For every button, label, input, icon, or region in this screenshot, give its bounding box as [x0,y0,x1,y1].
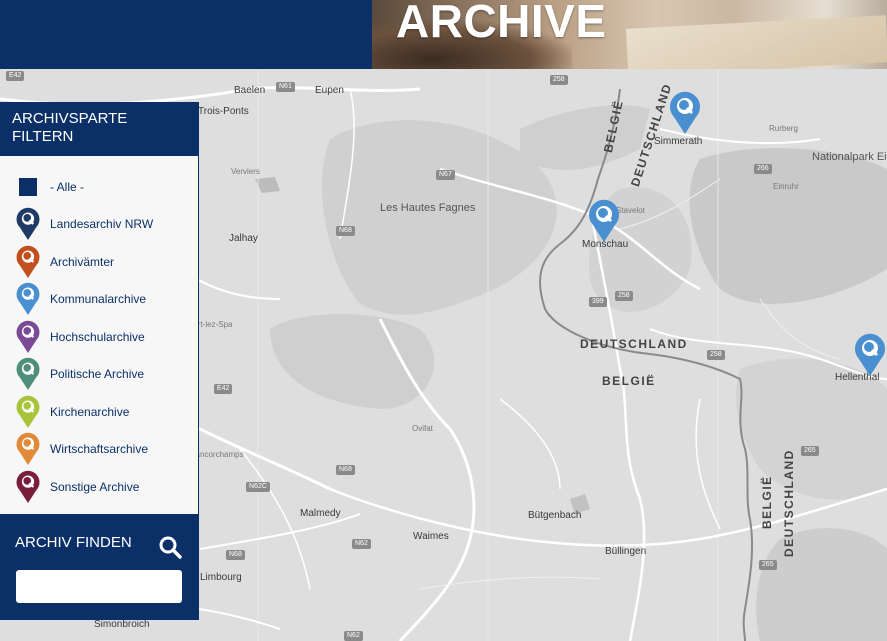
town-label: Simonbroich [94,619,150,630]
archive-finder-panel: ARCHIV FINDEN [0,514,199,620]
filter-item-kirchenarchive[interactable]: Kirchenarchive [14,393,198,431]
region-label: Les Hautes Fagnes [380,202,476,214]
archive-search-input[interactable] [16,570,182,603]
filter-item-label: Kirchenarchive [50,404,130,419]
road-label: N67 [436,170,455,180]
filter-item-kommunalarchive[interactable]: Kommunalarchive [14,281,198,319]
road-label: E42 [6,71,25,81]
road-label: N68 [336,226,355,236]
search-icon [159,536,182,559]
town-label: Waimes [413,531,449,542]
map-pin-icon [589,199,619,242]
road-label: 265 [801,446,819,456]
road-label: N68 [226,550,245,560]
town-label: Rurberg [769,124,798,133]
town-label: Verviers [231,167,260,176]
filter-item-label: Archivämter [50,254,115,269]
road-label: N62 [344,631,363,641]
photo-map-document [625,15,887,69]
town-label: Bütgenbach [528,510,582,521]
search-button[interactable] [158,535,182,564]
park-label: Nationalpark Eifel [812,151,887,163]
square-icon [14,170,42,204]
town-label: Ovifat [412,424,433,433]
archive-finder-title: ARCHIV FINDEN [15,534,132,551]
filter-item-label: Kommunalarchive [50,292,147,307]
map-pin-icon [14,395,42,429]
country-label-de: DEUTSCHLAND [782,449,796,557]
map-pin-icon [14,207,42,241]
filter-panel: ARCHIVSPARTE FILTERN - Alle - Landesarch… [0,102,199,514]
road-label: 265 [759,560,777,570]
filter-item-archivaemter[interactable]: Archivämter [14,243,198,281]
map-pin-icon [670,91,700,134]
filter-item-label: Landesarchiv NRW [50,217,154,232]
road-label: E42 [214,384,233,394]
filter-item-label: - Alle - [50,179,85,194]
filter-item-label: Wirtschaftsarchive [50,442,149,457]
town-label: Büllingen [605,546,647,557]
header-bar [0,0,372,69]
road-label: N62C [246,482,270,492]
town-label: Limbourg [200,572,242,583]
road-label: 266 [754,164,772,174]
road-label: N62 [352,539,371,549]
road-label: 258 [550,75,568,85]
filter-item-hochschularchive[interactable]: Hochschularchive [14,318,198,356]
map-pin-icon [14,320,42,354]
town-label: Simmerath [654,136,703,147]
filter-list: - Alle - Landesarchiv NRW Archivämter Ko… [0,156,198,506]
filter-item-sonstige-archive[interactable]: Sonstige Archive [14,468,198,506]
country-label-be: BELGIË [760,475,774,529]
road-label: N68 [336,465,355,475]
town-label: Jalhay [229,233,258,244]
road-label: 399 [589,297,607,307]
map-pin-simmerath[interactable] [668,91,702,135]
road-label: 258 [615,291,633,301]
road-label: 258 [707,350,725,360]
filter-panel-title: ARCHIVSPARTE FILTERN [0,102,198,156]
filter-item-politische-archive[interactable]: Politische Archive [14,356,198,394]
map-pin-icon [14,282,42,316]
filter-item-all[interactable]: - Alle - [14,168,198,206]
town-label: Trois-Ponts [198,106,249,117]
filter-item-label: Hochschularchive [50,329,145,344]
map-pin-icon [855,333,885,376]
map-pin-monschau[interactable] [587,199,621,243]
road-label: N61 [276,82,295,92]
map-pin-icon [14,470,42,504]
filter-item-wirtschaftsarchive[interactable]: Wirtschaftsarchive [14,431,198,469]
country-label-be: BELGIË [602,374,656,388]
filter-item-landesarchiv[interactable]: Landesarchiv NRW [14,206,198,244]
filter-item-label: Sonstige Archive [50,479,140,494]
map-pin-icon [14,245,42,279]
country-label-de: DEUTSCHLAND [580,337,688,351]
map-pin-hellenthal[interactable] [853,333,887,377]
page-title: ARCHIVE [396,0,607,47]
town-label: Malmedy [300,508,341,519]
town-label: Baelen [234,85,266,96]
town-label: Eupen [315,85,344,96]
map-pin-icon [14,432,42,466]
filter-item-label: Politische Archive [50,367,145,382]
map-pin-icon [14,357,42,391]
town-label: Einruhr [773,182,799,191]
